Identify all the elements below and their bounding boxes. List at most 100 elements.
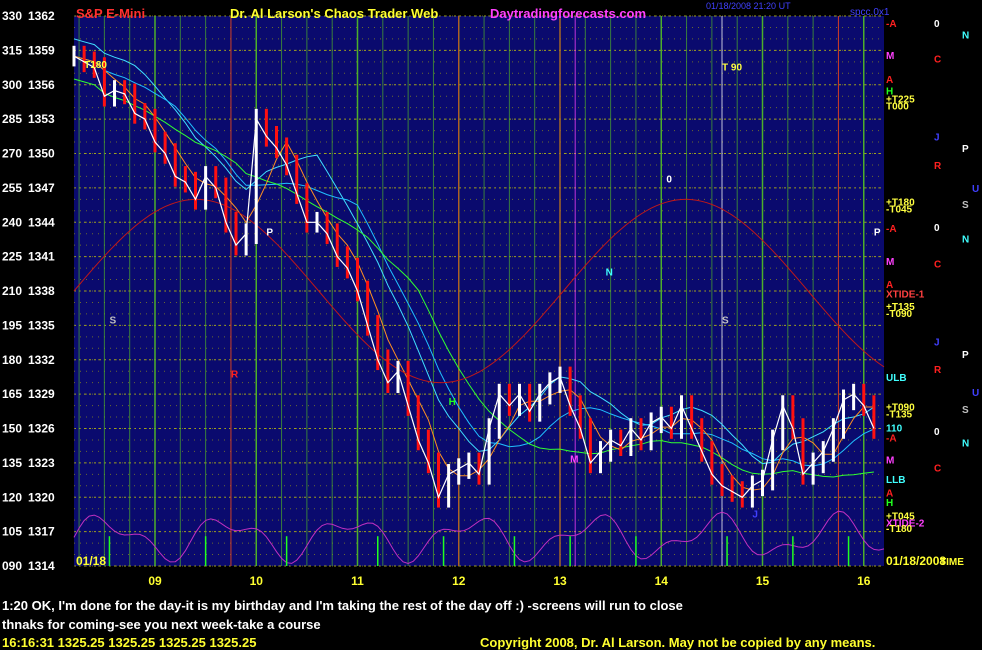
right-scale-label: -A <box>886 224 897 235</box>
y-tick-count: 195 <box>2 318 22 332</box>
y-tick-price: 1326 <box>28 422 55 436</box>
y-tick-price: 1341 <box>28 250 55 264</box>
planet-label: 0 <box>934 427 940 438</box>
y-tick-count: 225 <box>2 250 22 264</box>
right-scale-label: XTIDE-1 <box>886 289 925 300</box>
right-scale-label: M <box>886 455 894 466</box>
x-tick-label: 09 <box>148 574 162 588</box>
chart-annotation: H <box>449 397 456 408</box>
y-tick-count: 315 <box>2 43 22 57</box>
planet-label: N <box>962 438 969 449</box>
chart-annotation: T 90 <box>722 62 742 73</box>
y-tick-count: 105 <box>2 525 22 539</box>
x-tick-label: 10 <box>250 574 264 588</box>
planet-label: N <box>962 234 969 245</box>
chart-annotation: S <box>722 316 729 327</box>
y-tick-price: 1353 <box>28 112 55 126</box>
x-tick-label: 12 <box>452 574 466 588</box>
right-scale-label: -A <box>886 19 897 30</box>
y-tick-count: 135 <box>2 456 22 470</box>
site-link[interactable]: Daytradingforecasts.com <box>490 6 646 21</box>
planet-label: P <box>962 144 969 155</box>
planet-label: C <box>934 463 941 474</box>
chart-annotation: P <box>874 227 881 238</box>
y-tick-price: 1317 <box>28 525 55 539</box>
right-scale-label: T000 <box>886 101 909 112</box>
commentary-line-1: 1:20 OK, I'm done for the day-it is my b… <box>2 598 683 613</box>
y-tick-count: 150 <box>2 422 22 436</box>
x-tick-label: 11 <box>351 574 364 588</box>
planet-label: C <box>934 54 941 65</box>
right-scale-label: LLB <box>886 475 905 486</box>
y-tick-count: 165 <box>2 387 22 401</box>
corner-code: spcc.0x1 <box>850 7 890 18</box>
right-scale-label: -A <box>886 434 897 445</box>
y-tick-count: 285 <box>2 112 22 126</box>
right-scale-label: A <box>886 75 893 86</box>
right-scale-label: -T090 <box>886 309 913 320</box>
planet-label: J <box>934 132 940 143</box>
y-tick-price: 1329 <box>28 387 55 401</box>
chart-title: S&P E-Mini <box>76 6 146 21</box>
chart-annotation: P <box>266 227 273 238</box>
chart-annotation: S <box>109 316 116 327</box>
y-tick-count: 270 <box>2 147 22 161</box>
y-tick-price: 1362 <box>28 9 55 23</box>
y-tick-price: 1347 <box>28 181 55 195</box>
planet-label: S <box>962 200 969 211</box>
right-scale-label: H <box>886 498 893 509</box>
x-tick-label: 15 <box>756 574 770 588</box>
date-right: 01/18/2008 <box>886 554 946 568</box>
chart-annotation: T180 <box>84 60 107 71</box>
chart-area: 330 1362315 1359300 1356285 1353270 1350255 13… <box>2 9 979 588</box>
planet-label: R <box>934 161 942 172</box>
header-timestamp: 01/18/2008 21:20 UT <box>706 1 791 11</box>
y-tick-price: 1350 <box>28 147 55 161</box>
y-tick-count: 240 <box>2 215 22 229</box>
planet-label: U <box>972 388 979 399</box>
right-scale-label: M <box>886 257 894 268</box>
chart-annotation: M <box>570 454 578 465</box>
date-left: 01/18 <box>76 554 106 568</box>
y-tick-price: 1320 <box>28 490 55 504</box>
right-scale-label: -T180 <box>886 524 913 535</box>
right-scale-label: -T045 <box>886 205 913 216</box>
y-tick-price: 1359 <box>28 43 55 57</box>
planet-label: J <box>934 337 940 348</box>
y-tick-price: 1338 <box>28 284 55 298</box>
y-tick-count: 300 <box>2 78 22 92</box>
copyright: Copyright 2008, Dr. Al Larson. May not b… <box>480 635 876 650</box>
planet-label: U <box>972 184 979 195</box>
x-tick-label: 16 <box>857 574 871 588</box>
right-scale-label: ULB <box>886 373 907 384</box>
x-tick-label: 14 <box>655 574 669 588</box>
chart-annotation: R <box>231 370 239 381</box>
chart-annotation: N <box>606 268 613 279</box>
header-title: Dr. Al Larson's Chaos Trader Web <box>230 6 439 21</box>
y-tick-price: 1356 <box>28 78 55 92</box>
chart-annotation: J <box>752 509 758 520</box>
planet-label: 0 <box>934 19 940 30</box>
planet-label: R <box>934 365 942 376</box>
y-tick-count: 330 <box>2 9 22 23</box>
y-tick-price: 1335 <box>28 318 55 332</box>
planet-label: 0 <box>934 223 940 234</box>
planet-label: P <box>962 350 969 361</box>
y-tick-count: 255 <box>2 181 22 195</box>
y-tick-count: 180 <box>2 353 22 367</box>
planet-label: C <box>934 260 941 271</box>
chart-annotation: 0 <box>666 175 672 186</box>
planet-label: S <box>962 405 969 416</box>
commentary-line-2: thnaks for coming-see you next week-take… <box>2 617 321 632</box>
y-tick-count: 120 <box>2 490 22 504</box>
y-tick-count: 090 <box>2 559 22 573</box>
y-tick-price: 1344 <box>28 215 55 229</box>
y-tick-price: 1314 <box>28 559 55 573</box>
planet-label: N <box>962 30 969 41</box>
x-tick-label: 13 <box>553 574 567 588</box>
y-tick-count: 210 <box>2 284 22 298</box>
y-tick-price: 1332 <box>28 353 55 367</box>
last-quote: 16:16:31 1325.25 1325.25 1325.25 1325.25 <box>2 635 257 650</box>
right-scale-label: -T135 <box>886 410 913 421</box>
y-tick-price: 1323 <box>28 456 55 470</box>
